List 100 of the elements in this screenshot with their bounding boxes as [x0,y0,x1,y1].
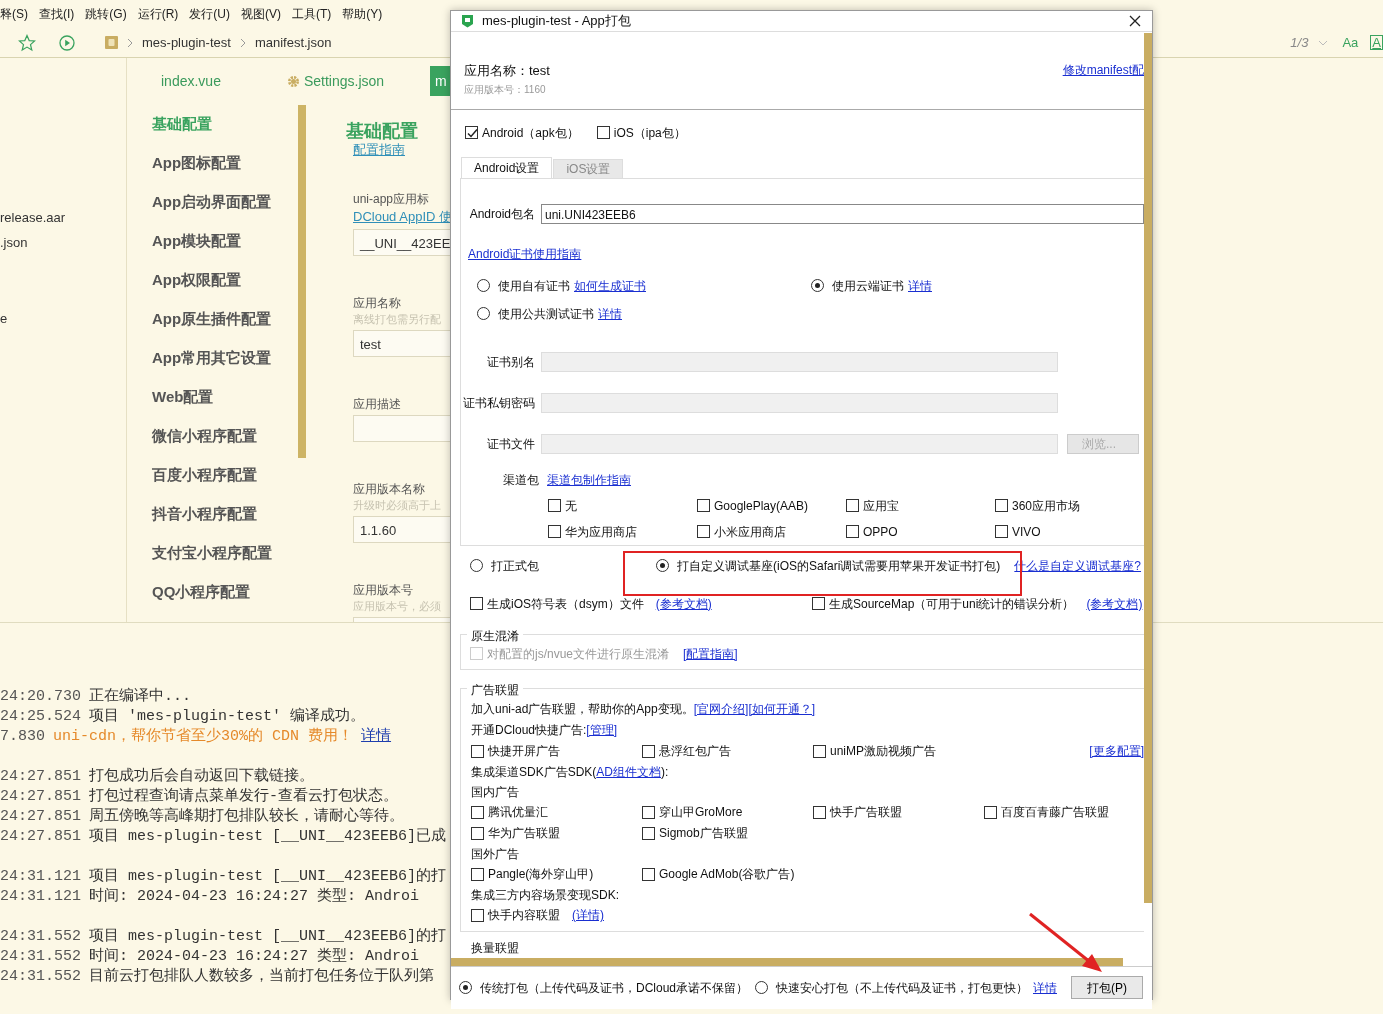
scrollbar-thumb[interactable] [298,105,306,458]
help-link[interactable]: AD组件文档 [596,762,661,781]
menu-item[interactable]: 跳转(G) [85,5,127,23]
checkbox[interactable] [471,805,484,819]
more-link[interactable]: [更多配置] [1089,742,1144,760]
config-nav-item[interactable]: App权限配置 [127,260,298,299]
input-field[interactable]: uni.UNI423EEB6 [541,203,1144,224]
guide-link[interactable]: 配置指南 [353,142,405,157]
checkbox[interactable] [470,597,483,610]
file-tree-item[interactable]: e [0,306,126,331]
input-field[interactable]: 1.1.60 [353,516,450,543]
field-label: 应用名称 [353,295,401,311]
config-nav-item[interactable]: Web配置 [127,377,298,416]
menu-item[interactable]: 释(S) [0,5,28,23]
checkbox[interactable] [984,805,997,819]
checkbox[interactable] [465,126,478,139]
checkbox[interactable] [471,908,484,922]
breadcrumb-item[interactable]: manifest.json [254,32,332,53]
checkbox[interactable] [697,499,710,512]
checkbox[interactable] [846,525,859,538]
checkbox[interactable] [471,826,484,840]
guide-link[interactable]: 渠道包制作指南 [547,470,631,489]
config-nav-item[interactable]: App模块配置 [127,221,298,260]
log-message: 项目 'mes-plugin-test' 编译成功。 [89,707,366,727]
help-link[interactable]: (参考文档) [1086,594,1143,613]
field-label: 证书别名 [486,353,536,371]
breadcrumb-item[interactable]: mes-plugin-test [142,32,231,53]
config-nav-item[interactable]: App常用其它设置 [127,338,298,377]
details-link[interactable]: 详情 [1033,978,1057,997]
radio-button[interactable] [477,279,490,292]
group-title: 国外广告 [471,845,519,863]
checkbox[interactable] [642,805,655,819]
manifest-link[interactable]: 修改manifest配 [1062,60,1144,79]
settings-tab[interactable]: Android设置 [461,156,553,178]
log-message: 正在编译中... [89,687,192,707]
radio-button[interactable] [755,981,768,994]
checkbox-label: 华为广告联盟 [488,825,560,842]
help-link[interactable]: [如何开通？] [748,699,816,718]
close-icon[interactable] [1128,13,1142,28]
config-nav-item[interactable]: 支付宝小程序配置 [127,533,298,572]
chevron-icon [126,37,134,48]
checkbox[interactable] [813,744,826,758]
checkbox[interactable] [471,744,484,758]
radio-button[interactable] [656,559,669,572]
radio-button[interactable] [477,307,490,320]
pack-button[interactable]: 打包(P) [1071,976,1143,999]
scrollbar-thumb[interactable] [1144,32,1152,903]
checkbox[interactable] [642,744,655,758]
help-link[interactable]: (详情) [572,906,604,924]
radio-button[interactable] [470,559,483,572]
scrollbar-thumb[interactable] [451,957,1123,966]
checkbox[interactable] [697,525,710,538]
field-label: 证书私钥密码 [462,394,536,412]
checkbox[interactable] [812,597,825,610]
star-icon [18,33,36,52]
details-link[interactable]: 详情 [361,727,392,747]
menu-item[interactable]: 发行(U) [189,5,230,23]
config-nav-item[interactable]: App启动界面配置 [127,182,298,221]
config-nav-item[interactable]: 抖音小程序配置 [127,494,298,533]
input-field[interactable] [353,415,450,442]
config-nav-item[interactable]: App图标配置 [127,143,298,182]
app-name: 应用名称：test [464,61,550,79]
help-link[interactable]: [配置指南] [683,644,738,663]
checkbox-label: VIVO [1012,523,1041,541]
file-tree-item[interactable]: release.aar [0,205,126,230]
radio-label: 打自定义调试基座(iOS的Safari调试需要用苹果开发证书打包) [677,557,1001,575]
help-link[interactable]: 详情 [908,276,932,295]
file-tree-item[interactable]: .json [0,230,126,255]
checkbox[interactable] [548,499,561,512]
help-link[interactable]: 详情 [598,304,622,323]
menu-item[interactable]: 帮助(Y) [342,5,383,23]
guide-link[interactable]: Android证书使用指南 [468,244,582,263]
config-nav-item[interactable]: 微信小程序配置 [127,416,298,455]
radio-button[interactable] [459,981,472,994]
checkbox[interactable] [813,805,826,819]
menu-item[interactable]: 查找(I) [39,5,75,23]
help-link[interactable]: [官网介绍] [693,699,749,718]
checkbox[interactable] [995,499,1008,512]
checkbox[interactable] [548,525,561,538]
radio-button[interactable] [811,279,824,292]
help-link[interactable]: 如何生成证书 [574,276,646,295]
checkbox[interactable] [846,499,859,512]
checkbox[interactable] [471,867,484,881]
field-label: ): [661,763,669,781]
input-field[interactable]: __UNI__423EE [353,229,450,256]
menu-item[interactable]: 工具(T) [292,5,332,23]
radio-label: 快速安心打包（不上传代码及证书，打包更快） [776,979,1028,997]
menu-item[interactable]: 视图(V) [241,5,281,23]
menu-item[interactable]: 运行(R) [137,5,179,23]
config-nav-item[interactable]: 百度小程序配置 [127,455,298,494]
log-message: 项目 mes-plugin-test [__UNI__423EEB6]的打 [89,867,447,887]
config-nav-item[interactable]: QQ小程序配置 [127,572,298,611]
config-nav-item[interactable]: App原生插件配置 [127,299,298,338]
manage-link[interactable]: [管理] [586,720,618,739]
checkbox[interactable] [642,867,655,881]
input-field[interactable]: test [353,330,450,357]
checkbox[interactable] [596,126,610,139]
help-link[interactable]: (参考文档) [655,594,712,613]
checkbox[interactable] [995,525,1008,538]
checkbox[interactable] [642,826,655,840]
